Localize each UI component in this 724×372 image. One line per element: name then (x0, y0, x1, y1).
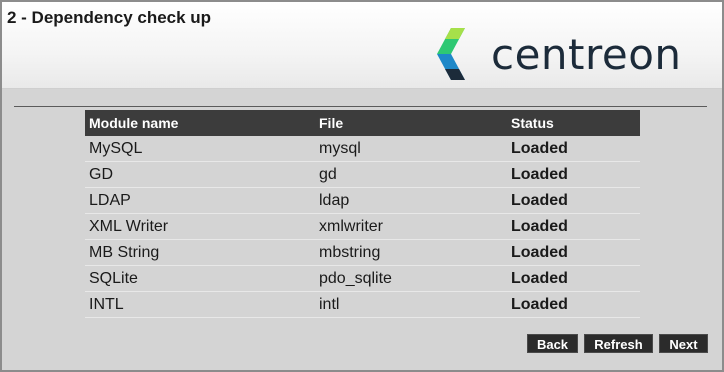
status-badge: Loaded (507, 265, 640, 292)
table-row: XML Writer xmlwriter Loaded (85, 213, 640, 240)
module-name: MySQL (85, 136, 315, 162)
status-badge: Loaded (507, 239, 640, 266)
status-badge: Loaded (507, 136, 640, 162)
page-title: 2 - Dependency check up (7, 8, 212, 27)
logo-text: centreon (491, 30, 682, 79)
module-name: LDAP (85, 187, 315, 214)
file-name: intl (315, 291, 507, 318)
file-name: ldap (315, 187, 507, 214)
file-name: pdo_sqlite (315, 265, 507, 292)
module-name: GD (85, 161, 315, 188)
module-name: SQLite (85, 265, 315, 292)
installer-window: 2 - Dependency check up centreon Module … (2, 2, 722, 370)
refresh-button[interactable]: Refresh (584, 334, 653, 353)
module-name: XML Writer (85, 213, 315, 240)
file-name: mysql (315, 136, 507, 162)
dependency-table: Module name File Status MySQL mysql Load… (85, 110, 640, 318)
table-row: SQLite pdo_sqlite Loaded (85, 265, 640, 292)
module-name: MB String (85, 239, 315, 266)
table-row: GD gd Loaded (85, 161, 640, 188)
table-header-row: Module name File Status (85, 110, 640, 136)
centreon-logo: centreon (421, 28, 701, 80)
column-header-module: Module name (85, 110, 315, 136)
table-row: INTL intl Loaded (85, 291, 640, 318)
back-button[interactable]: Back (527, 334, 578, 353)
table-row: MySQL mysql Loaded (85, 136, 640, 162)
module-name: INTL (85, 291, 315, 318)
status-badge: Loaded (507, 291, 640, 318)
status-badge: Loaded (507, 213, 640, 240)
table-row: LDAP ldap Loaded (85, 187, 640, 214)
file-name: xmlwriter (315, 213, 507, 240)
divider (14, 106, 707, 107)
next-button[interactable]: Next (659, 334, 708, 353)
file-name: gd (315, 161, 507, 188)
status-badge: Loaded (507, 161, 640, 188)
column-header-status: Status (507, 110, 640, 136)
file-name: mbstring (315, 239, 507, 266)
status-badge: Loaded (507, 187, 640, 214)
column-header-file: File (315, 110, 507, 136)
table-row: MB String mbstring Loaded (85, 239, 640, 266)
header-banner: 2 - Dependency check up centreon (2, 2, 722, 89)
centreon-logo-icon (437, 28, 465, 80)
